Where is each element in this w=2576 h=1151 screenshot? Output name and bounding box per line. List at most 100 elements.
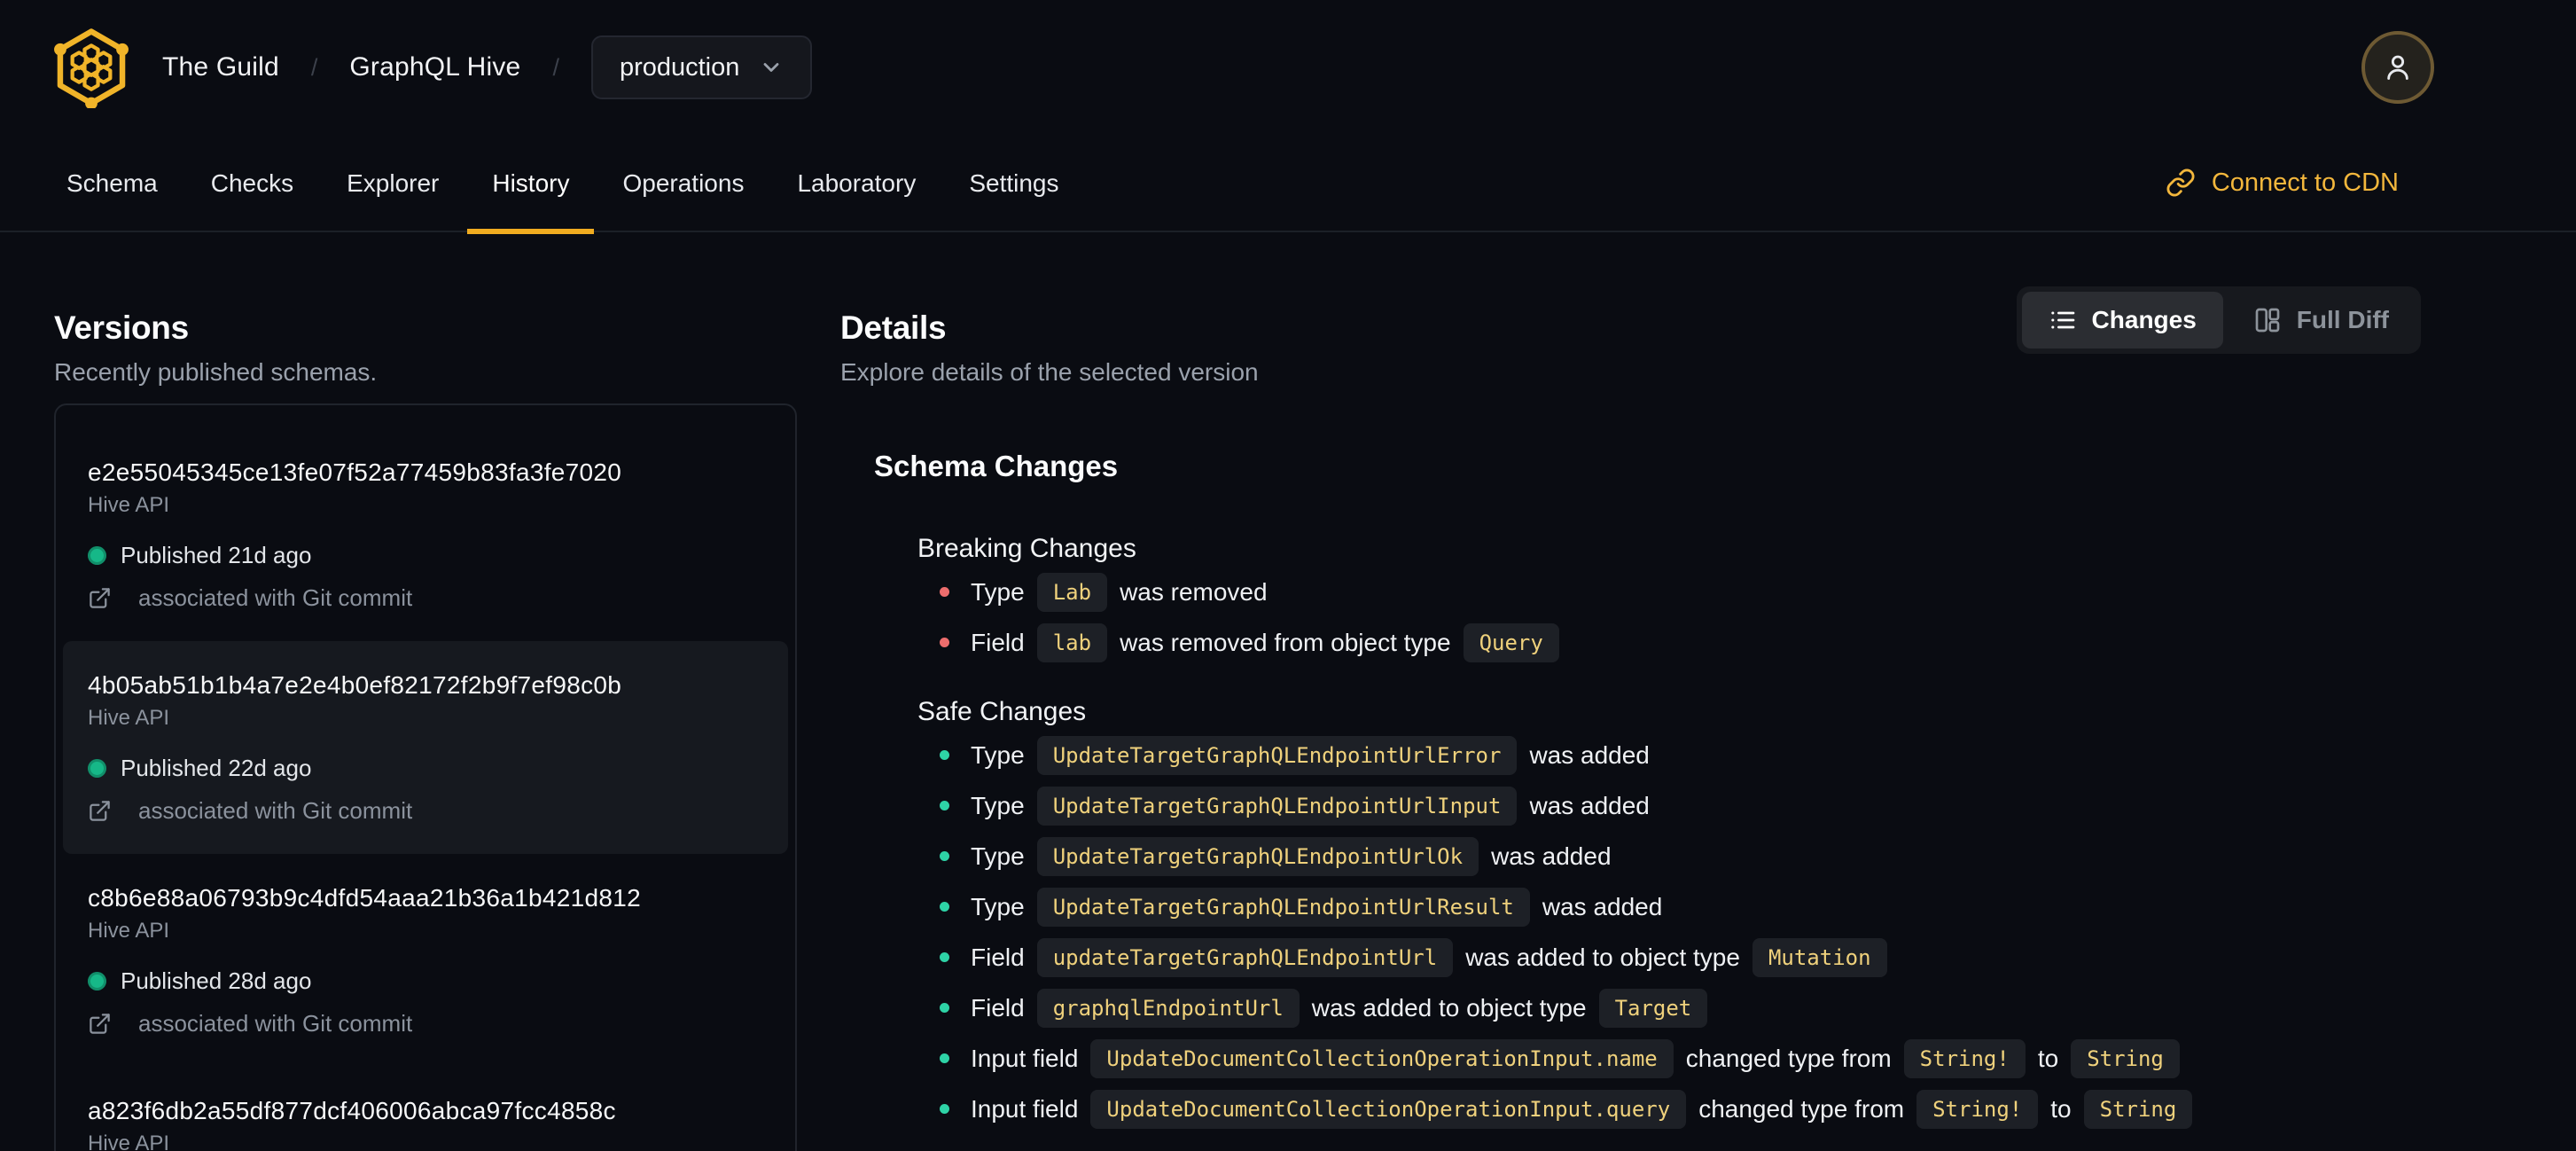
change-text: was removed (1120, 577, 1268, 606)
details-panel: Details Explore details of the selected … (840, 286, 2421, 1151)
tab-checks[interactable]: Checks (186, 135, 318, 232)
breaking-bullet-icon (940, 638, 949, 647)
nav-tabs: Schema Checks Explorer History Operations Lab… (42, 135, 1088, 234)
version-item[interactable]: c8b6e88a06793b9c4dfd54aaa21b36a1b421d812… (63, 854, 788, 1067)
tab-explorer[interactable]: Explorer (322, 135, 464, 232)
connect-to-cdn-label: Connect to CDN (2211, 168, 2399, 197)
connect-to-cdn-button[interactable]: Connect to CDN (2166, 168, 2399, 198)
versions-subtitle: Recently published schemas. (54, 358, 378, 386)
breaking-changes-title: Breaking Changes (917, 534, 1136, 563)
published-dot-icon (88, 971, 106, 990)
external-link-icon (88, 586, 125, 610)
version-item[interactable]: a823f6db2a55df877dcf406006abca97fcc4858c… (63, 1067, 788, 1151)
changes-view-label: Changes (2091, 306, 2197, 333)
change-text: was added (1542, 892, 1663, 920)
full-diff-view-label: Full Diff (2296, 306, 2389, 333)
tab-operations[interactable]: Operations (597, 135, 769, 232)
schema-change-item: Type UpdateTargetGraphQLEndpointUrlError w… (940, 730, 2421, 780)
external-link-icon (88, 1012, 125, 1036)
chevron-down-icon (759, 55, 784, 80)
change-text: to (2050, 1094, 2072, 1123)
version-item[interactable]: 4b05ab51b1b4a7e2e4b0ef82172f2b9f7ef98c0b… (63, 641, 788, 854)
code-chip: Target (1598, 988, 1708, 1028)
code-chip: UpdateTargetGraphQLEndpointUrlInput (1036, 786, 1518, 826)
breaking-changes-list: Type Lab was removed Field lab was removed fr… (940, 567, 2421, 668)
change-text: Field (971, 943, 1025, 971)
breadcrumb-org[interactable]: The Guild (162, 52, 279, 82)
change-text: was added (1529, 791, 1650, 819)
breaking-bullet-icon (940, 587, 949, 597)
published-dot-icon (88, 545, 106, 565)
schema-changes-title: Schema Changes (874, 450, 1119, 482)
schema-change-item: Type UpdateTargetGraphQLEndpointUrlOk was … (940, 831, 2421, 881)
change-text: Type (971, 791, 1025, 819)
view-toggle: Changes Full Diff (2016, 286, 2421, 354)
tab-settings[interactable]: Settings (944, 135, 1083, 232)
hive-logo-icon[interactable] (51, 27, 132, 108)
schema-change-item: Field graphqlEndpointUrl was added to obje… (940, 983, 2421, 1033)
change-text: changed type from (1685, 1044, 1892, 1072)
code-chip: graphqlEndpointUrl (1036, 988, 1300, 1028)
safe-bullet-icon (940, 750, 949, 760)
code-chip: UpdateDocumentCollectionOperationInput.n… (1090, 1038, 1674, 1078)
safe-bullet-icon (940, 1003, 949, 1013)
change-text: Field (971, 628, 1025, 656)
version-service: Hive API (88, 706, 170, 730)
safe-bullet-icon (940, 1053, 949, 1063)
version-hash: c8b6e88a06793b9c4dfd54aaa21b36a1b421d812 (88, 884, 641, 912)
change-text: was added to object type (1311, 993, 1587, 1022)
git-commit-link[interactable]: associated with Git commit (88, 795, 763, 826)
user-avatar[interactable] (2361, 31, 2434, 104)
versions-title: Versions (54, 309, 189, 346)
code-chip: UpdateDocumentCollectionOperationInput.q… (1090, 1089, 1687, 1129)
changes-view-button[interactable]: Changes (2021, 292, 2223, 348)
version-hash: a823f6db2a55df877dcf406006abca97fcc4858c (88, 1097, 616, 1124)
git-commit-link[interactable]: associated with Git commit (88, 583, 763, 613)
code-chip: Lab (1036, 572, 1108, 612)
version-hash: e2e55045345ce13fe07f52a77459b83fa3fe7020 (88, 458, 622, 486)
version-item[interactable]: e2e55045345ce13fe07f52a77459b83fa3fe7020… (63, 428, 788, 641)
target-selector-dropdown[interactable]: production (590, 35, 813, 99)
safe-bullet-icon (940, 952, 949, 962)
code-chip: Mutation (1752, 937, 1887, 977)
target-nav: Schema Checks Explorer History Operations Lab… (0, 135, 2576, 234)
tab-laboratory[interactable]: Laboratory (772, 135, 941, 232)
breadcrumb-project[interactable]: GraphQL Hive (349, 52, 520, 82)
change-text: Field (971, 993, 1025, 1022)
tab-schema[interactable]: Schema (42, 135, 183, 232)
main-content: Versions Recently published schemas. e2e… (0, 232, 2576, 1151)
version-list: e2e55045345ce13fe07f52a77459b83fa3fe7020… (54, 403, 797, 1151)
safe-changes-list: Type UpdateTargetGraphQLEndpointUrlError w… (940, 730, 2421, 1134)
change-text: changed type from (1698, 1094, 1905, 1123)
code-chip: updateTargetGraphQLEndpointUrl (1036, 937, 1454, 977)
breadcrumb-separator: / (310, 53, 318, 81)
published-dot-icon (88, 758, 106, 778)
schema-change-item: Input field UpdateDocumentCollectionOpera… (940, 1084, 2421, 1134)
version-service: Hive API (88, 919, 170, 943)
code-chip: Query (1463, 622, 1559, 662)
code-chip: String (2071, 1038, 2180, 1078)
change-text: Type (971, 892, 1025, 920)
code-chip: UpdateTargetGraphQLEndpointUrlResult (1036, 887, 1530, 927)
version-hash: 4b05ab51b1b4a7e2e4b0ef82172f2b9f7ef98c0b (88, 671, 622, 699)
code-chip: UpdateTargetGraphQLEndpointUrlError (1036, 735, 1518, 775)
schema-change-item: Field lab was removed from object type Quer… (940, 617, 2421, 668)
split-columns-icon (2253, 306, 2282, 334)
breadcrumb-separator: / (552, 53, 559, 81)
tab-history[interactable]: History (467, 135, 595, 234)
details-heading-block: Details Explore details of the selected … (840, 309, 1259, 388)
schema-change-item: Type Lab was removed (940, 567, 2421, 617)
schema-change-item: Type UpdateTargetGraphQLEndpointUrlResult… (940, 881, 2421, 932)
version-service: Hive API (88, 493, 170, 517)
link-icon (2166, 168, 2196, 198)
full-diff-view-button[interactable]: Full Diff (2227, 292, 2416, 348)
change-text: Input field (971, 1044, 1079, 1072)
app-header: The Guild / GraphQL Hive / production (0, 0, 2576, 135)
details-subtitle: Explore details of the selected version (840, 358, 1259, 386)
code-chip: UpdateTargetGraphQLEndpointUrlOk (1036, 836, 1479, 876)
target-selector-value: production (619, 52, 740, 82)
git-commit-link[interactable]: associated with Git commit (88, 1008, 763, 1038)
details-title: Details (840, 309, 947, 346)
change-text: Type (971, 740, 1025, 769)
change-text: was added to object type (1465, 943, 1740, 971)
